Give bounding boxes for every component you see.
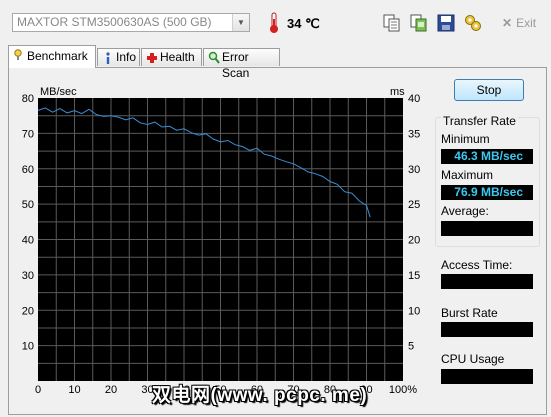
y-tick-label-left: 30 — [22, 270, 34, 282]
cpu-usage-label: CPU Usage — [441, 352, 505, 366]
y-tick-label-right: 25 — [408, 199, 420, 211]
watermark: 双电网(www. pcpc. me) — [152, 385, 368, 406]
minimum-value: 46.3 MB/sec — [441, 149, 533, 164]
y-axis-left-label: MB/sec — [40, 86, 77, 98]
access-time-label: Access Time: — [441, 258, 513, 272]
maximum-label: Maximum — [441, 168, 494, 182]
x-tick-label: 0 — [35, 384, 41, 396]
tab-label: Benchmark — [27, 49, 88, 63]
y-tick-label-left: 20 — [22, 305, 34, 317]
x-tick-label: 10 — [68, 384, 80, 396]
y-axis-right-label: ms — [390, 86, 405, 98]
y-tick-label-right: 20 — [408, 235, 420, 247]
average-value — [441, 221, 533, 236]
y-tick-label-right: 10 — [408, 305, 420, 317]
benchmark-icon — [14, 49, 22, 60]
tab-benchmark[interactable]: Benchmark — [8, 45, 96, 68]
x-tick-label: 100% — [389, 384, 417, 396]
y-tick-label-right: 5 — [408, 341, 414, 353]
transfer-rate-title: Transfer Rate — [441, 114, 518, 128]
y-tick-label-left: 40 — [22, 235, 34, 247]
y-tick-label-right: 30 — [408, 164, 420, 176]
burst-rate-value — [441, 322, 533, 337]
y-tick-label-left: 80 — [22, 93, 34, 105]
average-label: Average: — [441, 204, 489, 218]
y-tick-label-left: 10 — [22, 341, 34, 353]
y-tick-label-left: 50 — [22, 199, 34, 211]
access-time-value — [441, 274, 533, 289]
y-tick-label-right: 15 — [408, 270, 420, 282]
y-tick-label-left: 60 — [22, 164, 34, 176]
y-tick-label-right: 35 — [408, 128, 420, 140]
stop-button[interactable]: Stop — [454, 79, 524, 101]
maximum-value: 76.9 MB/sec — [441, 185, 533, 200]
y-tick-label-right: 40 — [408, 93, 420, 105]
burst-rate-label: Burst Rate — [441, 306, 498, 320]
cpu-usage-value — [441, 369, 533, 384]
minimum-label: Minimum — [441, 132, 490, 146]
y-tick-label-left: 70 — [22, 128, 34, 140]
x-tick-label: 20 — [105, 384, 117, 396]
